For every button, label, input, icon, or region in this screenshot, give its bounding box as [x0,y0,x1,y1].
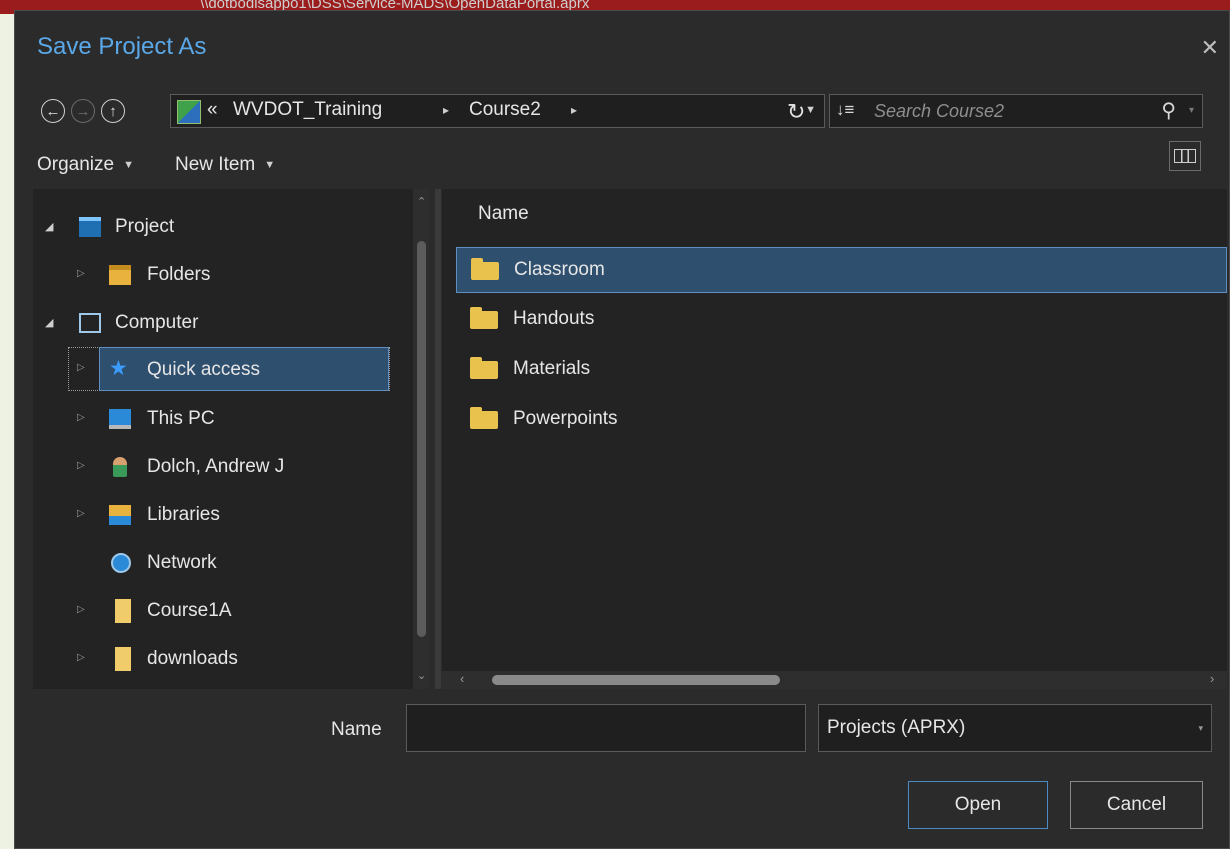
scroll-right-icon[interactable]: › [1210,671,1214,686]
tree-item-label: Project [115,216,175,237]
file-row-powerpoints[interactable]: Powerpoints [456,397,1227,443]
expand-arrow-icon[interactable]: ▷ [77,268,85,279]
tree-item-this-pc[interactable]: ▷ This PC [33,399,413,439]
file-list[interactable]: Name Classroom Handouts Materials Powerp… [442,189,1227,689]
organize-label: Organize [37,154,115,175]
tree-item-user[interactable]: ▷ Dolch, Andrew J [33,447,413,487]
address-bar[interactable]: « WVDOT_Training ▸ Course2 ▸ ▼ [170,94,825,128]
tree-item-network[interactable]: Network [33,543,413,583]
location-icon [177,100,201,124]
name-field[interactable] [406,704,806,752]
expand-arrow-icon[interactable]: ▷ [77,508,85,519]
refresh-icon[interactable]: ↻ [787,99,805,125]
tree-item-downloads[interactable]: ▷ downloads [33,639,413,679]
tree-item-quick-access[interactable]: ▷ ★ Quick access [33,347,413,391]
scroll-down-icon[interactable]: ⌄ [417,669,426,682]
breadcrumb-separator[interactable]: ▸ [571,103,577,117]
view-pane-button[interactable] [1169,141,1201,171]
folder-icon [470,357,498,379]
tree-item-folders[interactable]: ▷ Folders [33,255,413,295]
tree-item-label: Libraries [147,504,220,525]
chevron-down-icon: ▼ [123,159,134,171]
computer-icon [79,313,101,333]
folder-icon [470,307,498,329]
tree-item-course1a[interactable]: ▷ Course1A [33,591,413,631]
monitor-icon [109,409,131,429]
name-label: Name [331,719,382,740]
libraries-icon [109,505,131,525]
up-button[interactable]: ↑ [101,99,125,123]
folder-icon [471,258,499,280]
dialog-title: Save Project As [37,33,207,60]
file-name: Classroom [514,259,605,280]
tree-scroll-thumb[interactable] [417,241,426,637]
network-icon [111,553,131,573]
search-dropdown-icon[interactable]: ▾ [1189,105,1194,116]
tree-item-label: Computer [115,312,199,333]
view-pane-icon [1174,149,1196,163]
search-field[interactable]: ↓≡ Search Course2 ⚲ ▾ [829,94,1203,128]
tree-item-label: Network [147,552,217,573]
expand-arrow-icon[interactable]: ▷ [77,604,85,615]
tree-item-label: downloads [147,648,238,669]
expand-arrow-icon[interactable]: ▷ [77,362,85,373]
scroll-left-icon[interactable]: ‹ [460,671,464,686]
navigation-pane[interactable]: ◢ Project ▷ Folders ◢ Computer ▷ ★ Quick… [33,189,429,689]
tree-item-label: Folders [147,264,211,285]
address-dropdown-icon[interactable]: ▼ [805,104,816,116]
save-project-dialog: Save Project As ✕ ← → ↑ « WVDOT_Training… [14,10,1230,849]
scroll-up-icon[interactable]: ⌃ [417,195,426,208]
new-item-menu[interactable]: New Item ▼ [175,154,275,176]
file-name: Powerpoints [513,408,618,429]
expand-arrow-icon[interactable]: ▷ [77,652,85,663]
expand-arrow-icon[interactable]: ▷ [77,460,85,471]
breadcrumb-wvdot-training[interactable]: WVDOT_Training [233,99,382,121]
folder-icon [115,599,131,623]
sort-icon[interactable]: ↓≡ [836,100,854,120]
close-icon[interactable]: ✕ [1201,35,1219,61]
collapse-arrow-icon[interactable]: ◢ [45,316,53,329]
open-button[interactable]: Open [908,781,1048,829]
tree-item-label: Course1A [147,600,232,621]
search-placeholder[interactable]: Search Course2 [874,101,1004,122]
breadcrumb-course2[interactable]: Course2 [469,99,541,121]
back-button[interactable]: ← [41,99,65,123]
file-type-select[interactable]: Projects (APRX) ▾ [818,704,1212,752]
breadcrumb-separator[interactable]: ▸ [443,103,449,117]
file-row-classroom[interactable]: Classroom [456,247,1227,293]
expand-arrow-icon[interactable]: ▷ [77,412,85,423]
file-row-handouts[interactable]: Handouts [456,297,1227,343]
chevron-down-icon: ▾ [1198,723,1203,733]
project-icon [79,217,101,237]
column-header-name[interactable]: Name [478,203,529,225]
star-icon: ★ [109,357,128,380]
collapse-arrow-icon[interactable]: ◢ [45,220,53,233]
file-row-materials[interactable]: Materials [456,347,1227,393]
file-name: Materials [513,358,591,379]
file-name: Handouts [513,308,595,329]
pane-splitter[interactable] [435,189,441,689]
file-type-value: Projects (APRX) [827,717,966,738]
chevron-down-icon: ▼ [264,159,276,171]
tree-item-project[interactable]: ◢ Project [33,207,413,247]
new-item-label: New Item [175,154,256,175]
user-icon [113,457,127,477]
folder-icon [115,647,131,671]
tree-item-computer[interactable]: ◢ Computer [33,303,413,343]
breadcrumb-overflow[interactable]: « [207,99,218,121]
tree-item-label: This PC [147,408,215,429]
cancel-button[interactable]: Cancel [1070,781,1203,829]
folders-icon [109,265,131,285]
tree-item-label: Quick access [147,359,260,380]
file-list-scroll-thumb[interactable] [492,675,780,685]
tree-item-label: Dolch, Andrew J [147,456,285,477]
forward-button[interactable]: → [71,99,95,123]
tree-item-libraries[interactable]: ▷ Libraries [33,495,413,535]
search-icon[interactable]: ⚲ [1161,98,1176,123]
folder-icon [470,407,498,429]
organize-menu[interactable]: Organize ▼ [37,154,134,176]
